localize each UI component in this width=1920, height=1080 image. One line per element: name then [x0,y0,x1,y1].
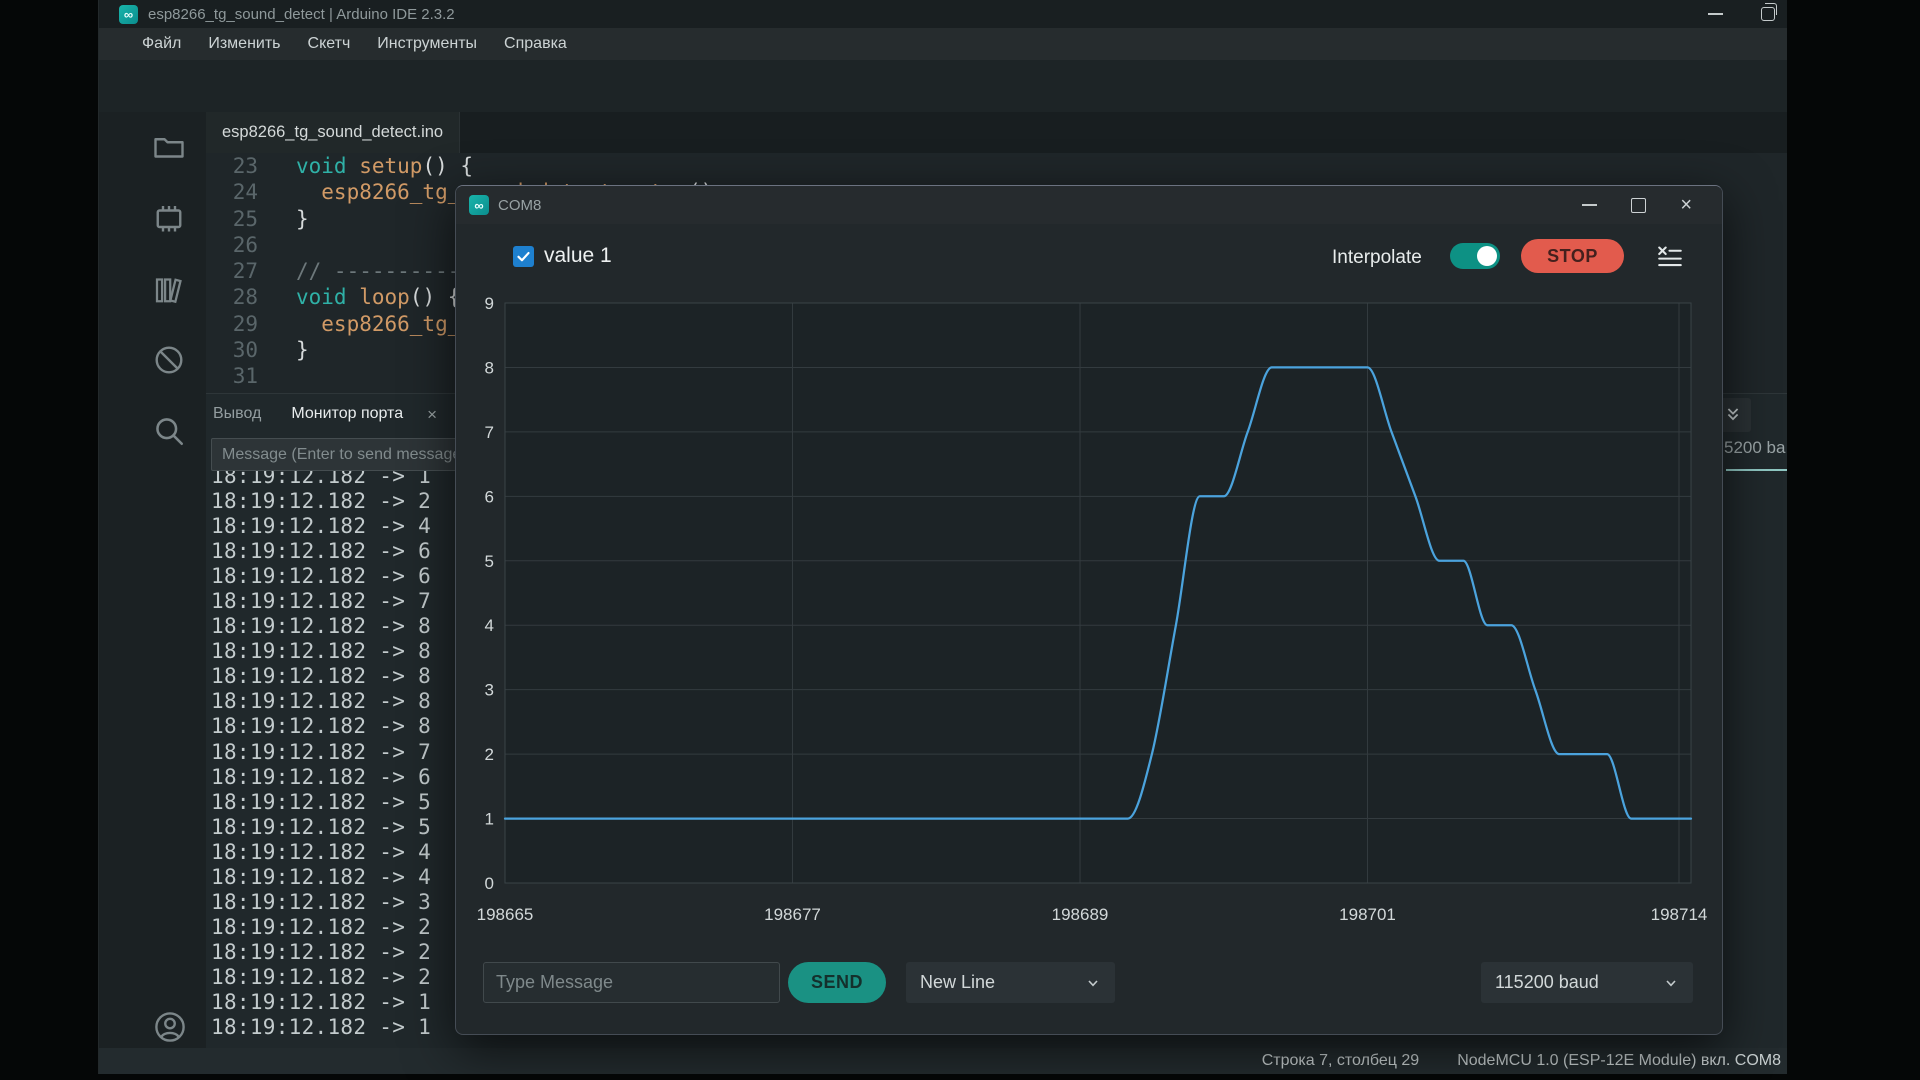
tab-sketch-file[interactable]: esp8266_tg_sound_detect.ino [206,112,460,153]
library-manager-icon[interactable] [151,272,187,308]
search-icon[interactable] [151,413,187,449]
code-text: } [296,206,309,232]
line-number: 23 [206,153,258,179]
debug-panel-icon[interactable] [151,342,187,378]
stop-button[interactable]: STOP [1521,239,1624,273]
code-text: void loop() { [296,284,460,310]
send-button[interactable]: SEND [788,962,886,1003]
svg-text:0: 0 [485,874,494,893]
svg-text:198665: 198665 [477,905,534,924]
plotter-title-bar[interactable]: ∞ COM8 × [456,186,1722,224]
account-icon[interactable] [151,1008,189,1046]
line-number: 29 [206,311,258,337]
interpolate-label: Interpolate [1332,247,1422,269]
chevron-down-icon [1085,975,1101,991]
menu-bar: Файл Изменить Скетч Инструменты Справка [99,28,1787,60]
menu-item-0[interactable]: Файл [142,35,181,53]
svg-text:198689: 198689 [1052,905,1109,924]
window-title: esp8266_tg_sound_detect | Arduino IDE 2.… [148,6,455,23]
line-number: 27 [206,258,258,284]
legend-label: value 1 [544,244,612,268]
clear-chart-icon[interactable] [1656,244,1684,270]
baud-select[interactable]: 115200 baud [1481,962,1693,1003]
line-ending-value: New Line [920,972,995,993]
svg-text:8: 8 [485,358,494,377]
plotter-minimize-button[interactable] [1582,204,1597,206]
minimize-button[interactable] [1708,13,1723,15]
baud-value: 115200 baud [1495,972,1599,993]
svg-text:2: 2 [485,745,494,764]
activity-bar [99,112,207,1048]
line-number: 24 [206,179,258,205]
toggle-knob [1477,246,1497,266]
svg-text:1: 1 [485,810,494,829]
status-bar: Строка 7, столбец 29 NodeMCU 1.0 (ESP-12… [99,1048,1787,1074]
restore-icon [1761,7,1775,21]
menu-item-4[interactable]: Справка [504,35,567,53]
tab-output[interactable]: Вывод [213,405,261,423]
minimize-icon [1582,204,1597,206]
toolbar: NodeMCU 1.0 (ESP-12... ▾ [99,60,1787,113]
svg-text:4: 4 [485,616,494,635]
tab-serial-monitor[interactable]: Монитор порта [291,405,403,423]
svg-text:198701: 198701 [1339,905,1396,924]
line-number: 31 [206,363,258,389]
restore-button[interactable] [1761,7,1775,21]
plotter-chart: 0 1 2 3 4 5 6 7 8 9 198665 198677 198689 198701 198714 [456,276,1723,956]
svg-text:9: 9 [485,294,494,313]
code-line: 23 void setup() { [206,153,1787,179]
svg-text:6: 6 [485,487,494,506]
board-connection-status: NodeMCU 1.0 (ESP-12E Module) вкл. COM8 [1457,1052,1781,1070]
plotter-message-input[interactable] [483,962,780,1003]
minimize-icon [1708,13,1723,15]
plotter-maximize-button[interactable] [1631,198,1646,213]
svg-text:5: 5 [485,552,494,571]
line-number: 28 [206,284,258,310]
close-icon[interactable]: × [427,406,437,423]
sketchbook-folder-icon[interactable] [151,128,187,164]
arduino-logo-icon: ∞ [469,195,489,215]
line-number: 30 [206,337,258,363]
cursor-position: Строка 7, столбец 29 [1262,1052,1419,1070]
arduino-logo-icon: ∞ [119,5,138,24]
plotter-window-title: COM8 [498,197,541,214]
line-ending-select[interactable]: New Line [906,962,1115,1003]
svg-text:3: 3 [485,681,494,700]
monitor-baud-cut[interactable]: 5200 ba [1724,438,1787,478]
maximize-icon [1631,198,1646,213]
menu-item-2[interactable]: Скетч [308,35,351,53]
code-text: } [296,337,309,363]
plotter-close-button[interactable]: × [1680,195,1692,215]
svg-text:7: 7 [485,423,494,442]
interpolate-toggle[interactable] [1450,243,1500,269]
menu-item-1[interactable]: Изменить [208,35,280,53]
boards-manager-icon[interactable] [151,200,187,236]
baud-underline [1726,469,1787,471]
serial-plotter-window: ∞ COM8 × value 1 Interpolate STOP 0 1 2 3 4 5… [455,185,1723,1035]
check-icon [516,249,531,264]
svg-text:198714: 198714 [1651,905,1708,924]
line-number: 26 [206,232,258,258]
line-number: 25 [206,206,258,232]
tab-filename: esp8266_tg_sound_detect.ino [222,123,443,142]
svg-text:198677: 198677 [764,905,821,924]
menu-item-3[interactable]: Инструменты [377,35,477,53]
legend-checkbox-value1[interactable] [513,246,534,267]
code-text: void setup() { [296,153,473,179]
title-bar: ∞ esp8266_tg_sound_detect | Arduino IDE … [99,0,1787,28]
editor-tab-bar: esp8266_tg_sound_detect.ino [206,112,1787,153]
double-chevron-down-icon [1722,404,1744,426]
chevron-down-icon [1663,975,1679,991]
